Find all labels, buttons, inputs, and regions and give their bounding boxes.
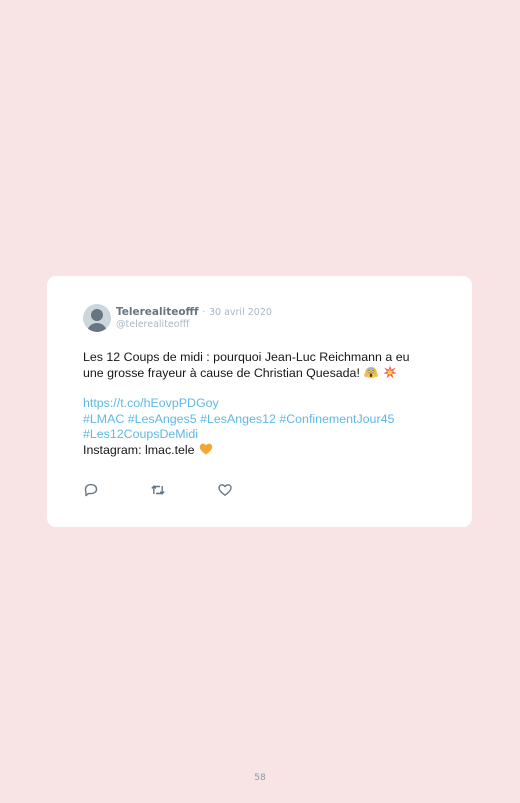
instagram-line: Instagram: lmac.tele (83, 443, 195, 458)
meta-separator: · (202, 307, 206, 318)
tweet-link[interactable]: https://t.co/hEovpPDGoy (83, 396, 443, 411)
tweet-card: Telerealiteofff · 30 avril 2020 @telerea… (47, 276, 472, 527)
avatar[interactable] (83, 304, 111, 332)
author-handle[interactable]: @telerealiteofff (116, 319, 189, 330)
page-number: 58 (254, 773, 266, 783)
avatar-head-shape (91, 309, 103, 321)
tweet-text-line-2-wrap: une grosse frayeur à cause de Christian … (83, 365, 443, 381)
collision-emoji (383, 365, 397, 379)
hashtags-line-2[interactable]: #Les12CoupsDeMidi (83, 427, 443, 442)
avatar-body-shape (87, 323, 107, 332)
tweet-text: Les 12 Coups de midi : pourquoi Jean-Luc… (83, 350, 443, 458)
retweet-icon[interactable] (150, 482, 166, 498)
screaming-face-emoji (364, 366, 379, 379)
tweet-text-line-2: une grosse frayeur à cause de Christian … (83, 366, 360, 381)
tweet-text-line-1: Les 12 Coups de midi : pourquoi Jean-Luc… (83, 350, 410, 364)
reply-icon[interactable] (83, 482, 99, 498)
instagram-line-wrap: Instagram: lmac.tele (83, 442, 443, 458)
author-name[interactable]: Telerealiteofff (116, 306, 199, 318)
like-icon[interactable] (217, 482, 233, 498)
author-line: Telerealiteofff · 30 avril 2020 (116, 306, 272, 318)
orange-heart-emoji (199, 443, 213, 455)
hashtags-line-1[interactable]: #LMAC #LesAnges5 #LesAnges12 #Confinemen… (83, 412, 443, 427)
tweet-date[interactable]: 30 avril 2020 (209, 307, 272, 318)
